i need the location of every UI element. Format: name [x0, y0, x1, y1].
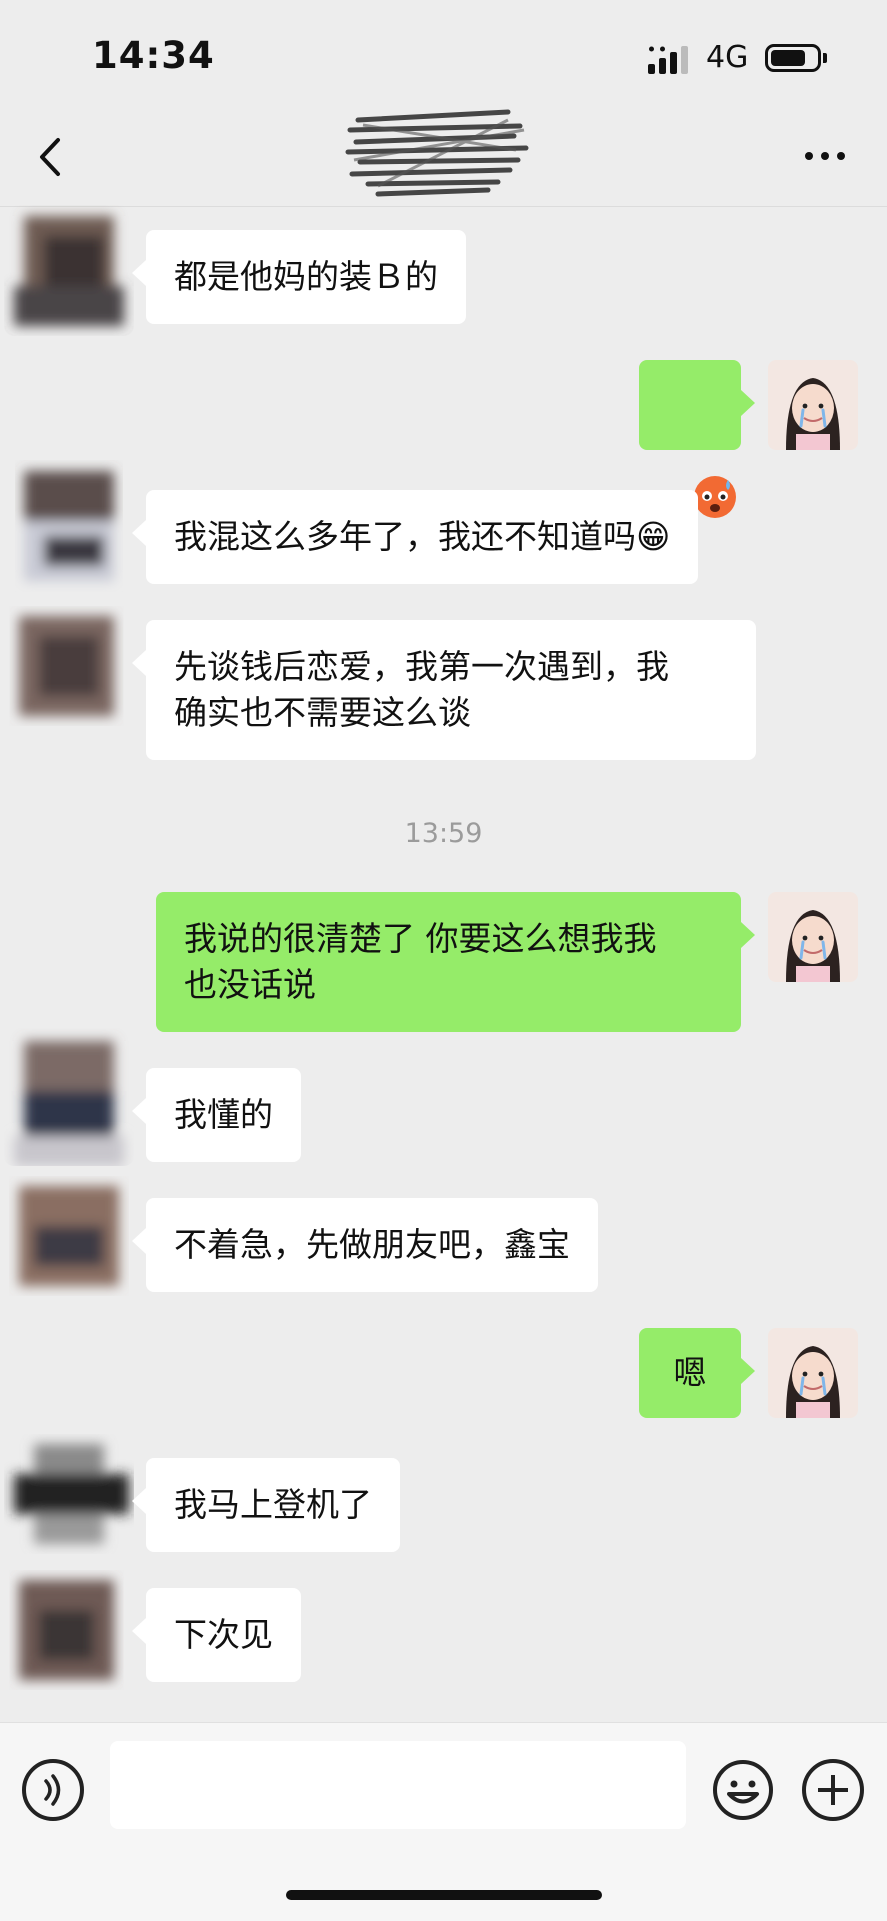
contact-avatar-blurred[interactable] [4, 1166, 134, 1306]
self-avatar[interactable] [768, 360, 858, 450]
contact-avatar-blurred[interactable] [4, 456, 134, 596]
status-time: 14:34 [92, 34, 215, 77]
contact-avatar-blurred[interactable] [4, 1424, 134, 1564]
more-options-icon[interactable] [800, 146, 850, 166]
home-indicator[interactable] [286, 1890, 602, 1900]
contact-name-redacted [345, 109, 529, 197]
incoming-message[interactable]: 我懂的 [132, 1068, 301, 1162]
contact-avatar-blurred[interactable] [4, 196, 134, 336]
emoji-smile-icon[interactable] [712, 1759, 774, 1821]
outgoing-message[interactable]: 嗯 [639, 1328, 755, 1418]
add-more-plus-icon[interactable] [802, 1759, 864, 1821]
voice-input-icon[interactable] [22, 1759, 84, 1821]
incoming-message[interactable]: 先谈钱后恋爱，我第一次遇到，我 确实也不需要这么谈 [132, 620, 756, 760]
incoming-message[interactable]: 都是他妈的装Ｂ的 [132, 230, 466, 324]
incoming-message[interactable]: 我混这么多年了，我还不知道吗😁 [131, 490, 699, 584]
self-avatar[interactable] [768, 892, 858, 982]
incoming-message[interactable]: 下次见 [132, 1588, 301, 1682]
timestamp-divider: 13:59 [404, 818, 483, 849]
battery-tip [823, 53, 827, 63]
chat-header [0, 109, 887, 207]
incoming-message[interactable]: 不着急，先做朋友吧，鑫宝 [132, 1198, 598, 1292]
self-avatar[interactable] [768, 1328, 858, 1418]
contact-avatar-blurred[interactable] [4, 1026, 134, 1166]
outgoing-emoji-message[interactable] [639, 360, 755, 518]
battery-icon [765, 44, 821, 72]
network-label: 4G [706, 40, 749, 75]
back-chevron-icon[interactable] [30, 132, 70, 182]
message-list[interactable]: 都是他妈的装Ｂ的 我混这么多年了，我还不知道吗😁 先谈钱后恋爱，我第一次遇到，我… [0, 206, 887, 1722]
incoming-message[interactable]: 我马上登机了 [132, 1458, 400, 1552]
contact-avatar-blurred[interactable] [4, 1560, 134, 1700]
message-input[interactable] [110, 1741, 686, 1829]
signal-icon [648, 46, 688, 74]
outgoing-message[interactable]: 我说的很清楚了 你要这么想我我 也没话说 [156, 892, 755, 1032]
anxious-face-emoji-icon [694, 476, 737, 518]
contact-avatar-blurred[interactable] [4, 596, 134, 736]
